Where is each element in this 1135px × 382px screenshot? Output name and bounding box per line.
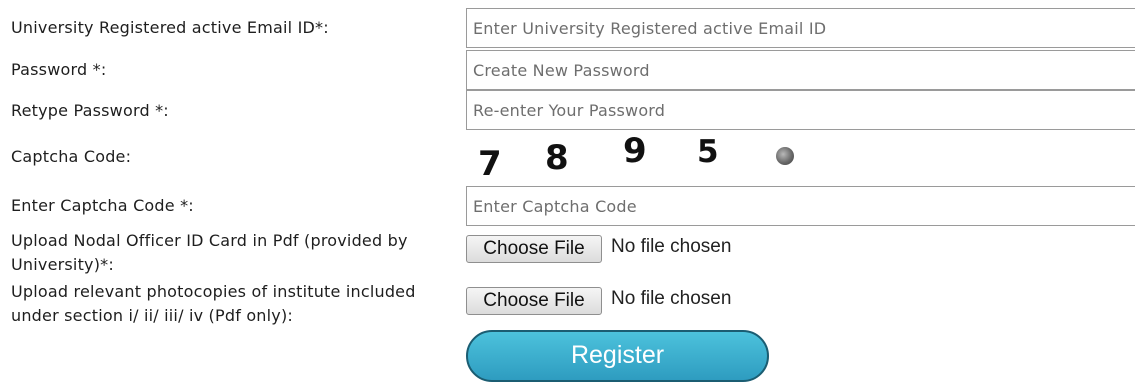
captcha-input[interactable] (466, 186, 1135, 226)
retype-password-label: Retype Password *: (11, 101, 169, 120)
captcha-label: Captcha Code: (11, 147, 132, 166)
choose-file-button[interactable]: Choose File (466, 235, 602, 263)
enter-captcha-label: Enter Captcha Code *: (11, 196, 194, 215)
register-button[interactable]: Register (466, 330, 769, 382)
id-card-upload-label: Upload Nodal Officer ID Card in Pdf (pro… (11, 231, 408, 274)
photocopies-upload-label: Upload relevant photocopies of institute… (11, 282, 416, 325)
file-status-text: No file chosen (611, 236, 732, 257)
captcha-digit: 5 (697, 134, 719, 170)
retype-password-input[interactable] (466, 90, 1135, 130)
password-label: Password *: (11, 60, 107, 79)
captcha-image: 7 8 9 5 (470, 130, 810, 184)
password-input[interactable] (466, 50, 1135, 90)
file-status-text: No file chosen (611, 288, 732, 309)
captcha-digit: 7 (478, 144, 502, 184)
choose-file-button[interactable]: Choose File (466, 287, 602, 315)
email-input[interactable] (466, 8, 1135, 48)
captcha-digit: 9 (623, 131, 647, 171)
email-label: University Registered active Email ID*: (11, 18, 329, 37)
captcha-digit: 8 (545, 138, 569, 178)
refresh-icon[interactable] (776, 147, 794, 165)
